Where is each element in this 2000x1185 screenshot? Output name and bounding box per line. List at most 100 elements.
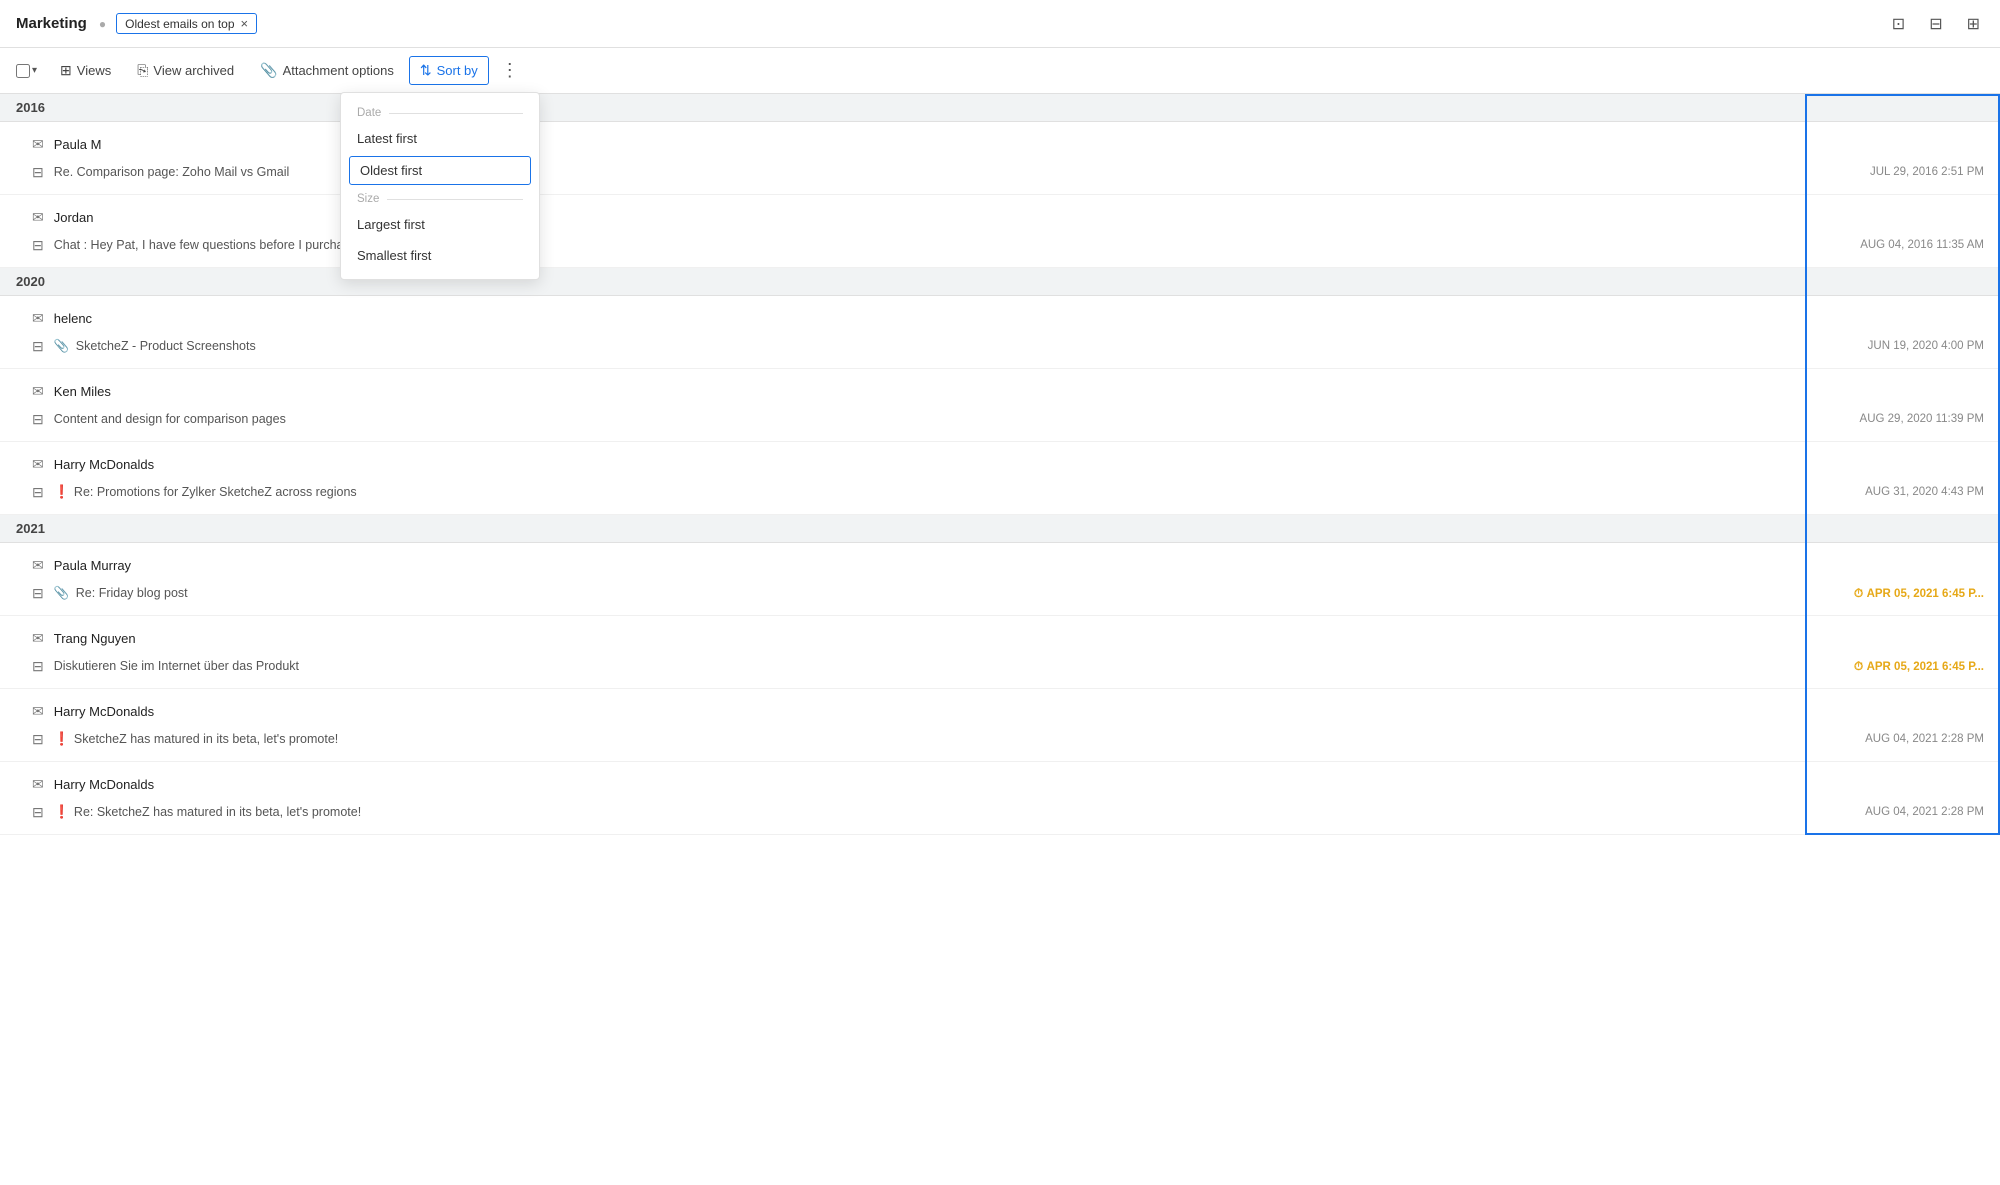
view-icon-3[interactable]: ⊞ xyxy=(1963,10,1984,38)
header-right-icons: ⊡ ⊟ ⊞ xyxy=(1888,10,1984,38)
page-title: Marketing xyxy=(16,15,87,32)
oldest-first-option[interactable]: Oldest first xyxy=(349,156,531,185)
email-icon: ✉ xyxy=(32,456,44,473)
thread-icon: ⊟ xyxy=(32,338,44,355)
views-button[interactable]: ⊞ Views xyxy=(49,56,122,85)
active-filter-tag[interactable]: Oldest emails on top × xyxy=(116,13,257,34)
attachment-options-label: Attachment options xyxy=(283,63,394,78)
sender-name: Paula Murray xyxy=(54,558,131,573)
archive-icon: ⎘ xyxy=(137,62,148,79)
attachment-icon: 📎 xyxy=(260,62,277,79)
view-icon-1[interactable]: ⊡ xyxy=(1888,10,1909,38)
email-icon: ✉ xyxy=(32,557,44,574)
email-thread[interactable]: ✉ Paula M ⊟ Re. Comparison page: Zoho Mail … xyxy=(0,122,2000,195)
email-thread[interactable]: ✉Trang Nguyen⊟Diskutieren Sie im Interne… xyxy=(0,616,2000,689)
year-header: 2020 xyxy=(0,268,2000,296)
thread-icon: ⊟ xyxy=(32,585,44,602)
thread-icon: ⊟ xyxy=(32,804,44,821)
toolbar: ▾ ⊞ Views ⎘ View archived 📎 Attachment o… xyxy=(0,48,2000,94)
view-archived-button[interactable]: ⎘ View archived xyxy=(126,56,245,85)
size-section-label: Size xyxy=(341,187,539,209)
subject-text: SketcheZ has matured in its beta, let's … xyxy=(74,732,338,746)
sender-row: ✉ Trang Nguyen xyxy=(0,616,2000,652)
view-archived-label: View archived xyxy=(153,63,234,78)
email-icon: ✉ xyxy=(32,703,44,720)
sender-name: Harry McDonalds xyxy=(54,457,154,472)
sender-name: Harry McDonalds xyxy=(54,704,154,719)
flag-icon: ❗ xyxy=(54,731,70,747)
subject-row: ⊟ ❗ SketcheZ has matured in its beta, let'… xyxy=(0,725,2000,761)
subject-text: Diskutieren Sie im Internet über das Pro… xyxy=(54,659,299,673)
view-icon-2[interactable]: ⊟ xyxy=(1925,10,1946,38)
sender-name: Paula M xyxy=(54,137,102,152)
email-thread[interactable]: ✉Jordan⊟Chat : Hey Pat, I have few quest… xyxy=(0,195,2000,268)
email-date: AUG 29, 2020 11:39 PM xyxy=(1860,413,1984,425)
subject-text: 📎 SketcheZ - Product Screenshots xyxy=(54,339,256,354)
more-options-icon[interactable]: ⋮ xyxy=(493,56,527,85)
email-thread[interactable]: ✉ Harry McDonalds ⊟ ❗ Re: Promotions for Zyl… xyxy=(0,442,2000,515)
email-date: AUG 31, 2020 4:43 PM xyxy=(1865,486,1984,498)
thread-icon: ⊟ xyxy=(32,484,44,501)
sort-icon: ⇅ xyxy=(420,62,432,79)
sender-row: ✉helenc xyxy=(0,296,2000,332)
email-icon: ✉ xyxy=(32,136,44,153)
subject-row: ⊟ 📎 Re: Friday blog post APR 05, 2021 6:45… xyxy=(0,579,2000,615)
thread-icon: ⊟ xyxy=(32,731,44,748)
email-date: APR 05, 2021 6:45 P... xyxy=(1854,586,1984,601)
subject-text: Re: Promotions for Zylker SketcheZ acros… xyxy=(74,485,357,499)
thread-icon: ⊟ xyxy=(32,411,44,428)
close-filter-icon[interactable]: × xyxy=(241,16,249,31)
email-thread[interactable]: ✉Harry McDonalds⊟❗Re: SketcheZ has matur… xyxy=(0,762,2000,835)
email-thread[interactable]: ✉helenc ⊟ 📎 SketcheZ - Product Screenshots… xyxy=(0,296,2000,369)
sender-row: ✉ Paula M xyxy=(0,122,2000,158)
header-bar: Marketing ● Oldest emails on top × ⊡ ⊟ ⊞ xyxy=(0,0,2000,48)
email-date: JUN 19, 2020 4:00 PM xyxy=(1868,340,1984,352)
email-thread[interactable]: ✉Ken Miles ⊟ Content and design for compar… xyxy=(0,369,2000,442)
select-all-checkbox[interactable] xyxy=(16,64,30,78)
subject-row: ⊟❗Re: SketcheZ has matured in its beta, … xyxy=(0,798,2000,834)
attachment-options-button[interactable]: 📎 Attachment options xyxy=(249,56,405,85)
email-icon: ✉ xyxy=(32,630,44,647)
latest-first-option[interactable]: Latest first xyxy=(341,123,539,154)
subject-row: ⊟ ❗ Re: Promotions for Zylker SketcheZ acr… xyxy=(0,478,2000,514)
subject-text: Re. Comparison page: Zoho Mail vs Gmail xyxy=(54,165,290,179)
email-thread[interactable]: ✉ Paula Murray ⊟ 📎 Re: Friday blog post APR … xyxy=(0,543,2000,616)
date-section-label: Date xyxy=(341,101,539,123)
active-filter-label: Oldest emails on top xyxy=(125,17,234,31)
email-date: JUL 29, 2016 2:51 PM xyxy=(1870,166,1984,178)
email-date: APR 05, 2021 6:45 P... xyxy=(1854,659,1984,674)
email-icon: ✉ xyxy=(32,776,44,793)
sort-by-button[interactable]: ⇅ Sort by xyxy=(409,56,489,85)
views-label: Views xyxy=(77,63,111,78)
email-thread[interactable]: ✉ Harry McDonalds ⊟ ❗ SketcheZ has matured i… xyxy=(0,689,2000,762)
views-icon: ⊞ xyxy=(60,62,72,79)
subject-row: ⊟Chat : Hey Pat, I have few questions be… xyxy=(0,231,2000,267)
checkbox-chevron-icon[interactable]: ▾ xyxy=(32,65,37,76)
sender-row: ✉ Harry McDonalds xyxy=(0,442,2000,478)
sort-by-label: Sort by xyxy=(437,63,478,78)
year-header: 2021 xyxy=(0,515,2000,543)
flag-icon: ❗ xyxy=(54,484,70,500)
thread-icon: ⊟ xyxy=(32,237,44,254)
attachment-icon: 📎 xyxy=(54,339,73,353)
email-date: AUG 04, 2021 2:28 PM xyxy=(1865,806,1984,818)
subject-text: Content and design for comparison pages xyxy=(54,412,286,426)
subject-text: 📎 Re: Friday blog post xyxy=(54,586,188,601)
sender-row: ✉Ken Miles xyxy=(0,369,2000,405)
email-list-container: 2016✉Paula M⊟Re. Comparison page: Zoho M… xyxy=(0,94,2000,835)
sender-row: ✉ Harry McDonalds xyxy=(0,762,2000,798)
largest-first-option[interactable]: Largest first xyxy=(341,209,539,240)
thread-icon: ⊟ xyxy=(32,164,44,181)
sender-name: Trang Nguyen xyxy=(54,631,136,646)
sender-row: ✉Jordan xyxy=(0,195,2000,231)
email-list: 2016✉Paula M⊟Re. Comparison page: Zoho M… xyxy=(0,94,2000,835)
smallest-first-option[interactable]: Smallest first xyxy=(341,240,539,271)
sender-name: Harry McDonalds xyxy=(54,777,154,792)
email-icon: ✉ xyxy=(32,209,44,226)
subject-row: ⊟ 📎 SketcheZ - Product Screenshots JUN 19,… xyxy=(0,332,2000,368)
attachment-icon: 📎 xyxy=(54,586,73,600)
email-icon: ✉ xyxy=(32,310,44,327)
flag-icon: ❗ xyxy=(54,804,70,820)
select-all-wrap[interactable]: ▾ xyxy=(16,64,37,78)
sender-row: ✉ Harry McDonalds xyxy=(0,689,2000,725)
